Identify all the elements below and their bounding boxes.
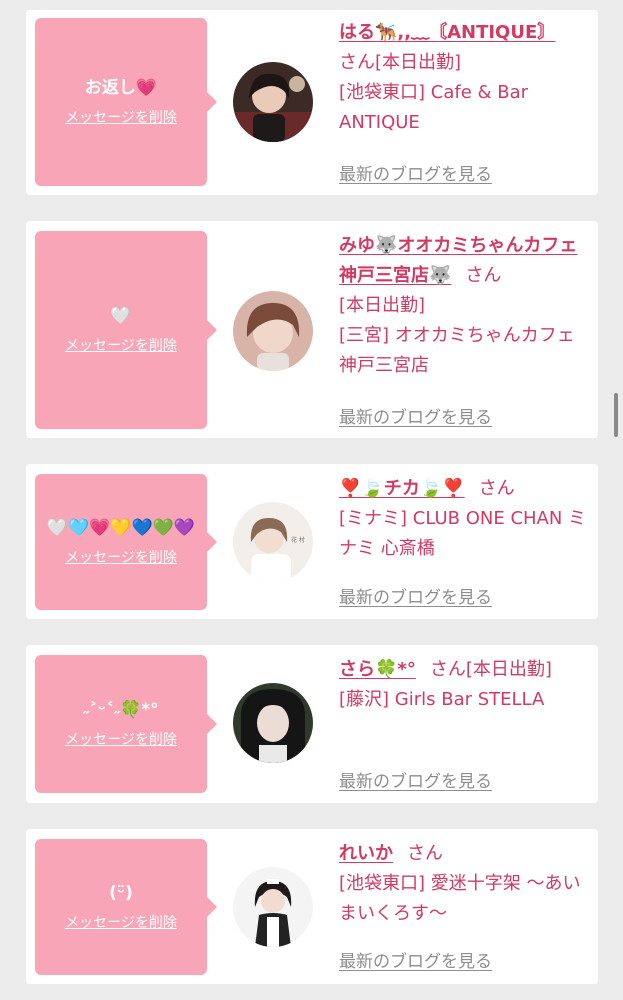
latest-blog-link[interactable]: 最新のブログを見る [339, 403, 492, 428]
cast-name-link[interactable]: れいか [339, 843, 393, 864]
san-label: さん [465, 265, 502, 286]
profile-photo-reika-icon [233, 867, 313, 947]
store-name: [ミナミ] CLUB ONE CHAN ミナミ 心斎橋 [339, 508, 587, 559]
cast-name-link[interactable]: ❣️🍃チカ🍃❣️ [339, 478, 465, 499]
message-text: お返し💗 [84, 78, 158, 98]
message-bubble: 🤍🩵💗💛💙💚💜 メッセージを削除 [35, 474, 217, 610]
cast-name-line: さら🍀*° さん[本日出勤] [339, 655, 589, 685]
delete-message-link[interactable]: メッセージを削除 [65, 729, 177, 749]
message-text: (ᵕ̈) [109, 883, 133, 903]
cast-info: ❣️🍃チカ🍃❣️ さん [ミナミ] CLUB ONE CHAN ミナミ 心斎橋 [339, 474, 589, 564]
avatar[interactable] [233, 683, 313, 763]
cast-info: みゆ🐺オオカミちゃんカフェ神戸三宮店🐺 さん [本日出勤] [三宮] オオカミちゃ… [339, 231, 589, 381]
avatar[interactable] [233, 867, 313, 947]
profile-photo-haru-icon [233, 62, 313, 142]
cast-name-line: みゆ🐺オオカミちゃんカフェ神戸三宮店🐺 さん [339, 231, 589, 291]
profile-photo-sara-icon [233, 683, 313, 763]
delete-message-link[interactable]: メッセージを削除 [65, 335, 177, 355]
work-status: [本日出勤] [339, 295, 426, 316]
message-card: ˶˃ᵕ˂˶🍀*° メッセージを削除 さら🍀*° さん[本日出勤] [藤沢] Gir… [26, 645, 598, 803]
avatar[interactable] [233, 291, 313, 371]
cast-san-status: さん[本日出勤] [339, 52, 462, 73]
scrollbar[interactable] [614, 393, 618, 437]
cast-info: はる🐕‍🦺,,﹏〘ANTIQUE〙 さん[本日出勤] [池袋東口] Cafe &… [339, 18, 589, 138]
delete-message-link[interactable]: メッセージを削除 [65, 107, 177, 127]
avatar[interactable] [233, 62, 313, 142]
latest-blog-link[interactable]: 最新のブログを見る [339, 767, 492, 792]
profile-photo-chika-icon: 花 村 [233, 502, 313, 582]
san-label: さん [407, 843, 443, 864]
delete-message-link[interactable]: メッセージを削除 [65, 547, 177, 567]
message-bubble: 🤍 メッセージを削除 [35, 231, 217, 429]
latest-blog-link[interactable]: 最新のブログを見る [339, 160, 492, 185]
message-list: お返し💗 メッセージを削除 はる🐕‍🦺,,﹏〘ANTIQUE〙 さん[本日出勤]… [0, 0, 623, 1000]
latest-blog-link[interactable]: 最新のブログを見る [339, 583, 492, 608]
profile-photo-miyu-icon [233, 291, 313, 371]
message-bubble: ˶˃ᵕ˂˶🍀*° メッセージを削除 [35, 655, 217, 793]
message-text: 🤍 [110, 306, 132, 326]
store-name: [三宮] オオカミちゃんカフェ神戸三宮店 [339, 325, 575, 376]
message-bubble: お返し💗 メッセージを削除 [35, 18, 217, 186]
message-card: (ᵕ̈) メッセージを削除 れいか さん [池袋東口] 愛迷十字架 〜あいまいくろ… [26, 829, 598, 984]
delete-message-link[interactable]: メッセージを削除 [65, 912, 177, 932]
avatar[interactable]: 花 村 [233, 502, 313, 582]
cast-info: さら🍀*° さん[本日出勤] [藤沢] Girls Bar STELLA [339, 655, 589, 715]
store-name: [池袋東口] Cafe & Bar ANTIQUE [339, 82, 529, 133]
message-bubble: (ᵕ̈) メッセージを削除 [35, 839, 217, 975]
message-text: 🤍🩵💗💛💙💚💜 [46, 518, 196, 538]
message-card: 🤍 メッセージを削除 みゆ🐺オオカミちゃんカフェ神戸三宮店🐺 さん [本日出勤] … [26, 221, 598, 438]
latest-blog-link[interactable]: 最新のブログを見る [339, 947, 492, 972]
cast-info: れいか さん [池袋東口] 愛迷十字架 〜あいまいくろす〜 [339, 839, 589, 929]
cast-name-line: ❣️🍃チカ🍃❣️ さん [339, 474, 589, 504]
san-label: さん [478, 478, 515, 499]
cast-name-link[interactable]: みゆ🐺オオカミちゃんカフェ神戸三宮店🐺 [339, 235, 577, 286]
message-card: お返し💗 メッセージを削除 はる🐕‍🦺,,﹏〘ANTIQUE〙 さん[本日出勤]… [26, 10, 598, 195]
cast-name-link[interactable]: はる🐕‍🦺,,﹏〘ANTIQUE〙 [339, 22, 555, 43]
cast-name-line: れいか さん [339, 839, 589, 869]
san-label: さん[本日出勤] [429, 659, 552, 680]
cast-name-link[interactable]: さら🍀*° [339, 659, 416, 680]
message-card: 🤍🩵💗💛💙💚💜 メッセージを削除 花 村 ❣️🍃チカ🍃❣️ さん [ミナミ] CL… [26, 464, 598, 619]
store-name: [池袋東口] 愛迷十字架 〜あいまいくろす〜 [339, 873, 581, 924]
svg-text:花 村: 花 村 [291, 536, 305, 544]
store-name: [藤沢] Girls Bar STELLA [339, 689, 545, 710]
message-text: ˶˃ᵕ˂˶🍀*° [83, 700, 159, 720]
cast-name-line: はる🐕‍🦺,,﹏〘ANTIQUE〙 [339, 18, 589, 48]
